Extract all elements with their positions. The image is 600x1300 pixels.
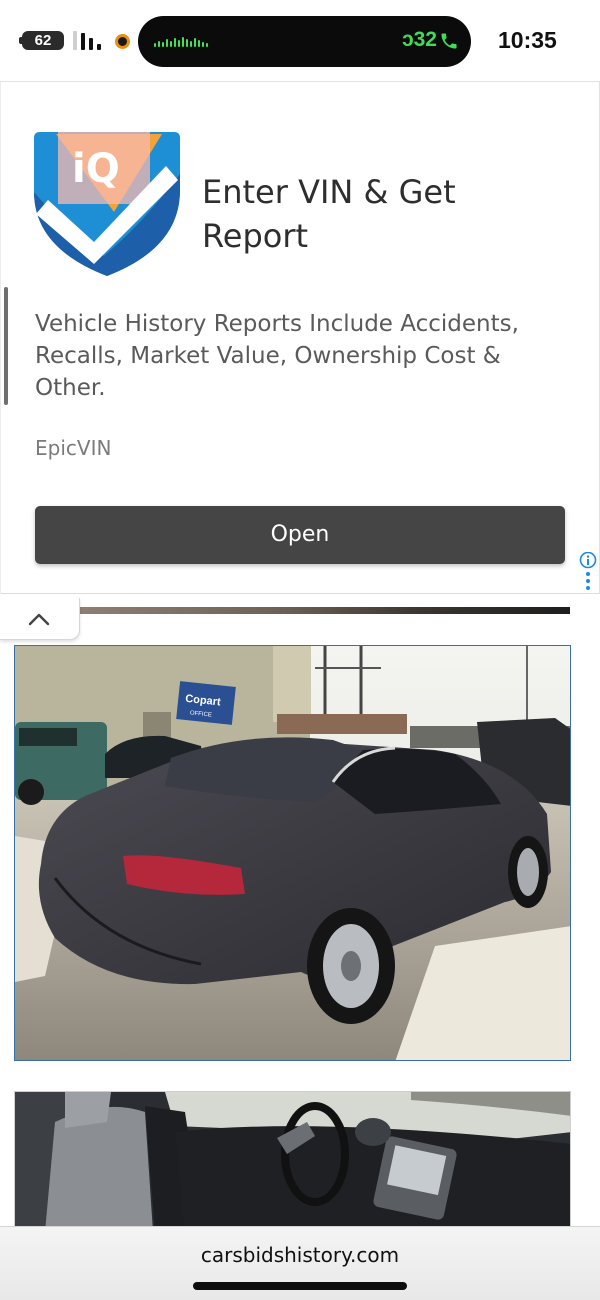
scroll-indicator xyxy=(4,287,8,405)
previous-photo-edge xyxy=(80,607,570,614)
recording-indicator-icon xyxy=(115,34,130,49)
adchoices-info-icon[interactable] xyxy=(579,552,597,592)
home-indicator[interactable] xyxy=(193,1282,407,1290)
clock: 10:35 xyxy=(498,27,557,53)
open-button[interactable]: Open xyxy=(35,506,565,564)
ad-description: Vehicle History Reports Include Accident… xyxy=(35,311,519,401)
chevron-up-icon xyxy=(28,613,50,626)
collapse-ad-button[interactable] xyxy=(0,598,80,640)
phone-icon xyxy=(441,33,457,49)
logo-text: iQ xyxy=(72,146,120,192)
ad-advertiser: EpicVIN xyxy=(35,436,112,460)
battery-level: 62 xyxy=(34,32,52,49)
audio-waveform-icon xyxy=(154,36,214,47)
car-interior-dashboard-photo[interactable] xyxy=(14,1091,571,1231)
dynamic-island-call[interactable]: ↄ32 xyxy=(138,16,471,67)
ad-card[interactable]: iQ Enter VIN & Get Report Vehicle Histor… xyxy=(0,82,600,594)
browser-address-bar[interactable]: carsbidshistory.com xyxy=(0,1226,600,1300)
battery-icon: 62 xyxy=(19,31,64,50)
ad-title[interactable]: Enter VIN & Get Report xyxy=(202,170,532,258)
epicvin-logo-icon: iQ xyxy=(34,132,180,276)
signal-icon xyxy=(73,31,103,50)
url-text[interactable]: carsbidshistory.com xyxy=(0,1243,600,1267)
call-timer: ↄ32 xyxy=(401,28,437,51)
car-exterior-rear-photo[interactable]: Copart OFFICE xyxy=(14,645,571,1061)
status-bar: 62 ↄ32 10:35 xyxy=(0,0,600,82)
